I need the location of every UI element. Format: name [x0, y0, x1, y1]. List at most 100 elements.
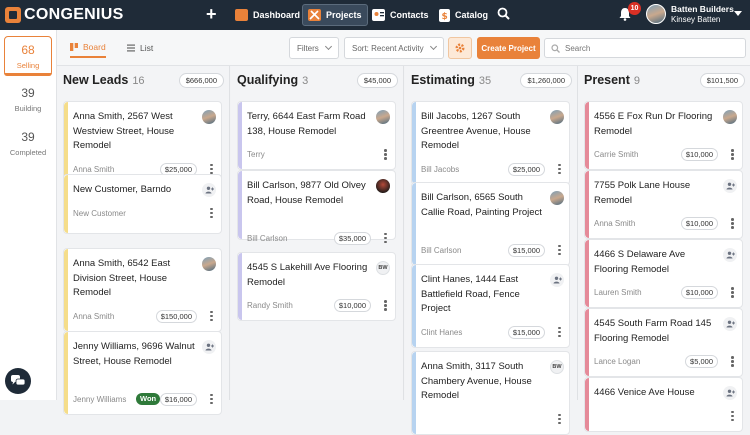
- user-add-icon[interactable]: [550, 273, 564, 287]
- assignee-avatar[interactable]: [202, 257, 216, 271]
- card-stage-stripe: [585, 378, 589, 431]
- search-icon[interactable]: [497, 7, 510, 20]
- won-badge: Won: [136, 392, 161, 405]
- user-add-icon[interactable]: [723, 386, 737, 400]
- card-title: Bill Jacobs, 1267 South Greentree Avenue…: [421, 111, 531, 151]
- project-card[interactable]: Jenny Williams, 9696 Walnut Street, Hous…: [63, 331, 222, 415]
- more-options-icon[interactable]: [384, 232, 387, 245]
- project-card[interactable]: Bill Carlson, 6565 South Callie Road, Pa…: [411, 182, 570, 266]
- project-card[interactable]: Clint Hanes, 1444 East Battlefield Road,…: [411, 264, 570, 348]
- settings-button[interactable]: [448, 37, 472, 59]
- card-contact-name: Terry: [247, 150, 265, 159]
- assignee-avatar[interactable]: [550, 110, 564, 124]
- card-title: Clint Hanes, 1444 East Battlefield Road,…: [421, 274, 520, 314]
- search-field[interactable]: [544, 38, 746, 58]
- plus-icon[interactable]: +: [206, 4, 217, 24]
- more-options-icon[interactable]: [384, 300, 387, 312]
- column-title: Qualifying 3: [237, 73, 308, 87]
- chat-button[interactable]: [5, 368, 31, 394]
- more-options-icon[interactable]: [558, 244, 561, 257]
- user-add-icon[interactable]: [723, 248, 737, 262]
- project-card[interactable]: 4545 S Lakehill Ave Flooring Remodel Rand…: [237, 252, 396, 321]
- filters-dropdown[interactable]: Filters: [289, 37, 339, 59]
- assignee-avatar[interactable]: [723, 110, 737, 124]
- project-card[interactable]: Bill Carlson, 9877 Old Olvey Road, House…: [237, 170, 396, 245]
- chevron-down-icon[interactable]: [734, 11, 742, 16]
- nav-dashboard[interactable]: Dashboard: [230, 4, 305, 26]
- column-count: 35: [478, 75, 492, 87]
- column-total-amount: $101,500: [699, 73, 745, 88]
- user-add-icon[interactable]: [723, 317, 737, 331]
- project-card[interactable]: Terry, 6644 East Farm Road 138, House Re…: [237, 101, 396, 170]
- project-card[interactable]: 4466 S Delaware Ave Flooring Remodel Laur…: [584, 239, 743, 308]
- card-amount: $15,000: [507, 243, 545, 257]
- user-add-icon[interactable]: [202, 340, 216, 354]
- more-options-icon[interactable]: [558, 163, 561, 176]
- more-options-icon[interactable]: [210, 207, 213, 220]
- card-stage-stripe: [64, 175, 68, 233]
- user-avatar[interactable]: [646, 4, 666, 24]
- search-icon: [551, 43, 560, 53]
- assignee-avatar[interactable]: [550, 191, 564, 205]
- project-card[interactable]: 7755 Polk Lane House Remodel Anna Smith $1…: [584, 170, 743, 239]
- assignee-avatar[interactable]: [202, 110, 216, 124]
- top-navigation-bar: CONGENIUS + Dashboard Projects Contacts …: [0, 0, 750, 30]
- more-options-icon[interactable]: [558, 413, 561, 426]
- more-options-icon[interactable]: [384, 149, 387, 161]
- more-options-icon[interactable]: [731, 287, 734, 299]
- stage-completed[interactable]: 39 Completed: [4, 124, 52, 164]
- card-stage-stripe: [585, 102, 589, 169]
- project-card[interactable]: Anna Smith, 6542 East Division Street, H…: [63, 248, 222, 332]
- nav-projects[interactable]: Projects: [302, 4, 368, 26]
- more-options-icon[interactable]: [731, 218, 734, 230]
- card-title: Bill Carlson, 9877 Old Olvey Road, House…: [247, 180, 366, 206]
- create-project-button[interactable]: Create Project: [477, 37, 540, 59]
- assignee-initials[interactable]: BW: [376, 261, 390, 275]
- more-options-icon[interactable]: [731, 149, 734, 161]
- column-count: 16: [132, 75, 145, 87]
- more-options-icon[interactable]: [731, 356, 734, 368]
- project-card[interactable]: 4466 Venice Ave House: [584, 377, 743, 432]
- project-card[interactable]: 4545 South Farm Road 145 Flooring Remode…: [584, 308, 743, 377]
- user-add-icon[interactable]: [723, 179, 737, 193]
- app-logo[interactable]: CONGENIUS: [0, 0, 124, 30]
- svg-text:$: $: [442, 12, 448, 22]
- card-title: New Customer, Barndo: [73, 184, 172, 195]
- card-title: 4545 South Farm Road 145 Flooring Remode…: [594, 318, 712, 344]
- nav-catalog[interactable]: $ Catalog: [434, 4, 493, 26]
- user-add-icon[interactable]: [202, 183, 216, 197]
- project-card[interactable]: Bill Jacobs, 1267 South Greentree Avenue…: [411, 101, 570, 185]
- stage-selling[interactable]: 68 Selling: [4, 36, 52, 76]
- card-title: 4545 S Lakehill Ave Flooring Remodel: [247, 262, 368, 288]
- stage-label: Building: [14, 104, 42, 113]
- nav-dashboard-label: Dashboard: [253, 10, 301, 20]
- stage-building[interactable]: 39 Building: [4, 80, 52, 120]
- column-header: Estimating 35 $1,260,000: [405, 66, 577, 96]
- more-options-icon[interactable]: [731, 410, 734, 423]
- project-card[interactable]: Anna Smith, 2567 West Westview Street, H…: [63, 101, 222, 185]
- column-total-amount: $1,260,000: [520, 73, 572, 88]
- chevron-down-icon: [429, 42, 437, 51]
- project-card[interactable]: 4556 E Fox Run Dr Flooring Remodel Carrie…: [584, 101, 743, 170]
- card-amount: $10,000: [680, 217, 718, 230]
- assignee-initials[interactable]: BW: [550, 360, 564, 374]
- card-stage-stripe: [238, 102, 242, 169]
- column-title-text: Present: [584, 73, 630, 87]
- more-options-icon[interactable]: [558, 326, 561, 339]
- logo-icon: [5, 7, 21, 23]
- card-title: Anna Smith, 2567 West Westview Street, H…: [73, 111, 175, 151]
- search-input[interactable]: [565, 43, 735, 53]
- card-stage-stripe: [585, 240, 589, 307]
- project-card[interactable]: Anna Smith, 3117 South Chambery Avenue, …: [411, 351, 570, 435]
- assignee-avatar[interactable]: [376, 179, 390, 193]
- card-stage-stripe: [585, 309, 589, 376]
- more-options-icon[interactable]: [210, 310, 213, 323]
- nav-contacts[interactable]: Contacts: [367, 4, 434, 26]
- project-card[interactable]: New Customer, Barndo New Customer: [63, 174, 222, 234]
- tab-board[interactable]: Board: [70, 38, 106, 58]
- assignee-avatar[interactable]: [376, 110, 390, 124]
- tab-list[interactable]: List: [127, 38, 153, 58]
- sort-dropdown[interactable]: Sort: Recent Activity: [344, 37, 444, 59]
- board-toolbar: Board List Filters Sort: Recent Activity…: [57, 30, 750, 66]
- filters-label: Filters: [297, 43, 319, 53]
